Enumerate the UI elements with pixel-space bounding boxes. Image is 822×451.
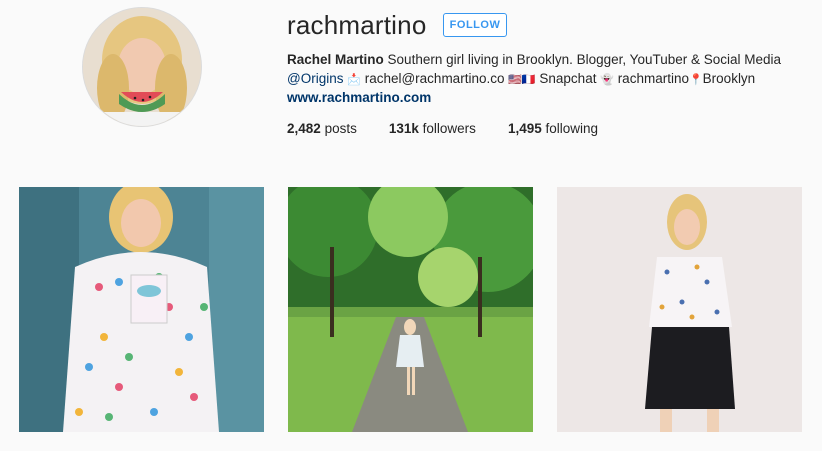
followers-stat[interactable]: 131k followers (389, 121, 476, 136)
origins-mention-link[interactable]: @Origins (287, 71, 343, 86)
full-name: Rachel Martino (287, 52, 384, 67)
bio-email: rachel@rachmartino.co (364, 71, 505, 86)
website-link[interactable]: www.rachmartino.com (287, 90, 431, 105)
followers-label: followers (422, 121, 476, 136)
bio-snapchat-label: Snapchat (539, 71, 597, 86)
posts-count: 2,482 (287, 121, 321, 136)
following-label: following (545, 121, 599, 136)
post-thumbnail-1[interactable] (19, 187, 264, 432)
envelope-icon: 📩 (347, 74, 361, 86)
posts-label: posts (324, 121, 357, 136)
post-thumbnail-2[interactable] (288, 187, 533, 432)
bio-snapchat-user: rachmartino (617, 71, 689, 86)
profile-avatar (82, 7, 202, 127)
bio-location: Brooklyn (702, 71, 756, 86)
following-stat[interactable]: 1,495 following (508, 121, 598, 136)
profile-stats: 2,482 posts 131k followers 1,495 followi… (287, 121, 630, 136)
posts-stat: 2,482 posts (287, 121, 357, 136)
profile-username: rachmartino (287, 10, 427, 40)
follow-button[interactable]: FOLLOW (443, 13, 507, 37)
bio-text: Southern girl living in Brooklyn. Blogge… (387, 52, 782, 67)
following-count: 1,495 (507, 121, 542, 136)
us-france-flags-icon: 🇺🇸🇫🇷 (508, 74, 536, 86)
ghost-icon: 👻 (600, 74, 614, 86)
followers-count: 131k (388, 121, 419, 136)
bio-line-2: @Origins 📩 rachel@rachmartino.co 🇺🇸🇫🇷 Sn… (287, 71, 755, 86)
pin-icon: 📍 (688, 74, 703, 86)
bio-line-1: Rachel Martino Southern girl living in B… (287, 52, 781, 67)
post-thumbnail-3[interactable] (557, 187, 802, 432)
